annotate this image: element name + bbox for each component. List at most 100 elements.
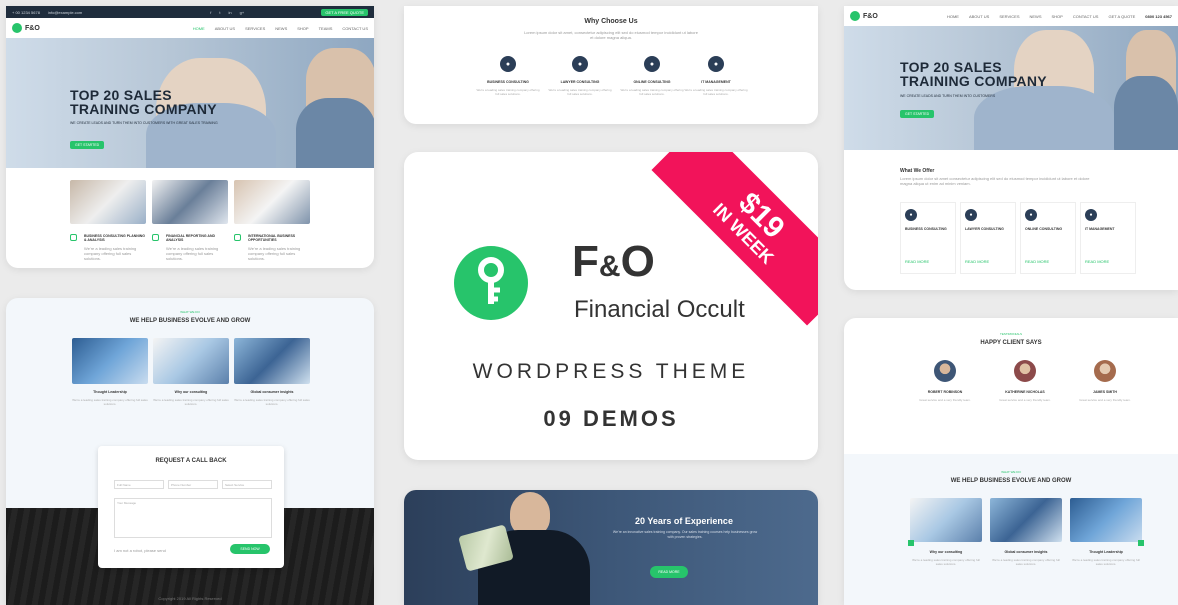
brand-key-logo-icon	[454, 246, 528, 320]
nav-contact[interactable]: CONTACT US	[342, 26, 368, 31]
social-twitter-icon[interactable]: t	[219, 10, 220, 15]
nav-teams[interactable]: TEAMS	[319, 26, 333, 31]
demo-preview-why-choose[interactable]: Why Choose Us Lorem ipsum dolor sit amet…	[404, 6, 818, 124]
why-service-title-2: LAWYER CONSULTING	[560, 80, 600, 84]
slider-next-arrow[interactable]	[1138, 540, 1144, 546]
form-send-button[interactable]: SEND NOW	[230, 544, 270, 554]
brand-name: F&O	[572, 237, 655, 286]
hero-banner-2: TOP 20 SALES TRAINING COMPANY WE CREATE …	[844, 26, 1178, 150]
offer-card-more-2[interactable]: READ MORE	[965, 259, 989, 264]
offer-card-title-2: LAWYER CONSULTING	[965, 227, 1004, 231]
feature-title-1: BUSINESS CONSULTING PLANNING & ANALYSIS	[84, 234, 145, 242]
social-linkedin-icon[interactable]: in	[228, 10, 231, 15]
service-select[interactable]: Select Service	[222, 480, 272, 489]
offer-card-3[interactable]: ● ONLINE CONSULTING READ MORE	[1020, 202, 1076, 274]
feature-icon-3	[234, 234, 241, 241]
why-service-text-4: We're a leading sales training company o…	[684, 88, 748, 96]
briefcase-icon: ●	[500, 56, 516, 72]
service-title-1: Thought Leadership	[93, 390, 127, 394]
hero-person-right-body	[296, 98, 374, 168]
client-name-3: JAMES SMITH	[1093, 390, 1117, 394]
gear-icon: ●	[708, 56, 724, 72]
hero2-subtitle: WE CREATE LEADS AND TURN THEM INTO CUSTO…	[900, 94, 996, 98]
name-field[interactable]: Full Name	[114, 480, 164, 489]
client-avatar-1	[934, 360, 956, 382]
services-section: WHAT WE DO WE HELP BUSINESS EVOLVE AND G…	[844, 454, 1178, 605]
offer-card-more-3[interactable]: READ MORE	[1025, 259, 1049, 264]
hero-cta-button[interactable]: GET STARTED	[70, 141, 105, 149]
nav2-news[interactable]: NEWS	[1029, 14, 1041, 19]
hero2-person-right-body	[1114, 76, 1178, 150]
nav2-shop[interactable]: SHOP	[1051, 14, 1062, 19]
feature-icon-2	[152, 234, 159, 241]
service-title-2: Why our consulting	[174, 390, 208, 394]
feature-icon-1	[70, 234, 77, 241]
nav-about[interactable]: ABOUT US	[215, 26, 235, 31]
nav-home[interactable]: HOME	[193, 26, 205, 31]
why-service-title-4: IT MANAGEMENT	[701, 80, 731, 84]
offer-card-more-1[interactable]: READ MORE	[905, 259, 929, 264]
topbar-email: info@example.com	[47, 9, 83, 15]
why-service-text-2: We're a leading sales training company o…	[548, 88, 612, 96]
demo-preview-home-2[interactable]: F&O HOME ABOUT US SERVICES NEWS SHOP CON…	[844, 6, 1178, 290]
social-facebook-icon[interactable]: f	[210, 10, 211, 15]
topbar-quote-button[interactable]: GET A FREE QUOTE	[321, 8, 368, 16]
nav2-services[interactable]: SERVICES	[999, 14, 1019, 19]
demo-preview-home[interactable]: + 00 1234 5678 info@example.com f t in g…	[6, 6, 374, 268]
form-checkbox[interactable]: I am not a robot, please send	[114, 548, 166, 553]
offer-card-more-4[interactable]: READ MORE	[1085, 259, 1109, 264]
why-service-title-3: ONLINE CONSULTING	[633, 80, 671, 84]
nav2-contact[interactable]: CONTACT US	[1073, 14, 1099, 19]
feature-image-2	[152, 180, 228, 224]
offer-card-1[interactable]: ● BUSINESS CONSULTING READ MORE	[900, 202, 956, 274]
offer-text: Lorem ipsum dolor sit amet consectetur a…	[900, 176, 1090, 186]
service-text-3: We're a leading sales training company o…	[234, 398, 310, 406]
main-nav-2: F&O HOME ABOUT US SERVICES NEWS SHOP CON…	[844, 6, 1178, 26]
nav2-about[interactable]: ABOUT US	[969, 14, 989, 19]
offer-card-title-1: BUSINESS CONSULTING	[905, 227, 947, 231]
client-quote-1: Great service and a very friendly team.	[919, 398, 971, 402]
globe-icon: ●	[1025, 209, 1037, 221]
demo-preview-experience[interactable]: 20 Years of Experience We're an innovati…	[404, 490, 818, 605]
feature-image-1	[70, 180, 146, 224]
site-logo-2[interactable]: F&O	[850, 11, 878, 21]
service2-image-3	[1070, 498, 1142, 542]
key-logo-icon	[12, 23, 22, 33]
slider-prev-arrow[interactable]	[908, 540, 914, 546]
client-name-2: KATHERINE NICHOLAS	[1005, 390, 1045, 394]
nav2-home[interactable]: HOME	[947, 14, 959, 19]
demo-preview-testimonials[interactable]: TESTIMONIALS HAPPY CLIENT SAYS ROBERT RO…	[844, 318, 1178, 605]
demos-count-label: 09 DEMOS	[543, 406, 679, 431]
nav2-quote[interactable]: GET A QUOTE	[1108, 14, 1135, 19]
hero2-title: TOP 20 SALES TRAINING COMPANY	[900, 59, 1047, 89]
service-image-1	[72, 338, 148, 384]
hero2-cta-button[interactable]: GET STARTED	[900, 110, 935, 118]
service-image-2	[153, 338, 229, 384]
offer-card-4[interactable]: ● IT MANAGEMENT READ MORE	[1080, 202, 1136, 274]
social-google-icon[interactable]: g+	[240, 10, 245, 15]
section-heading: WE HELP BUSINESS EVOLVE AND GROW	[129, 318, 251, 324]
offer-card-2[interactable]: ● LAWYER CONSULTING READ MORE	[960, 202, 1016, 274]
demo-preview-services[interactable]: WHAT WE DO WE HELP BUSINESS EVOLVE AND G…	[6, 298, 374, 605]
experience-text: We're an innovative sales training compa…	[612, 530, 758, 539]
why-heading: Why Choose Us	[584, 18, 638, 25]
testimonial-kicker: TESTIMONIALS	[999, 332, 1022, 336]
briefcase-icon: ●	[905, 209, 917, 221]
phone-field[interactable]: Phone Number	[168, 480, 218, 489]
why-subtitle: Lorem ipsum dolor sit amet, consectetur …	[524, 30, 698, 40]
phone-number: 0800 123 4567	[1145, 13, 1172, 19]
service2-title-3: Thought Leadership	[1089, 550, 1123, 554]
services-kicker: WHAT WE DO	[1001, 470, 1021, 474]
globe-icon: ●	[644, 56, 660, 72]
feature-title-2: FINANCIAL REPORTING AND ANALYSIS	[166, 234, 215, 242]
offer-heading: What We Offer	[900, 168, 935, 174]
nav-news[interactable]: NEWS	[275, 26, 287, 31]
message-field[interactable]: Your Message	[114, 498, 272, 538]
experience-read-more-button[interactable]: READ MORE	[650, 566, 688, 578]
nav-services[interactable]: SERVICES	[245, 26, 265, 31]
nav-shop[interactable]: SHOP	[297, 26, 308, 31]
hero-subtitle: WE CREATE LEADS AND TURN THEM INTO CUSTO…	[70, 121, 218, 125]
service-text-2: We're a leading sales training company o…	[153, 398, 229, 406]
site-logo[interactable]: F&O	[12, 23, 40, 33]
service2-text-2: We're a leading sales training company o…	[992, 558, 1060, 566]
